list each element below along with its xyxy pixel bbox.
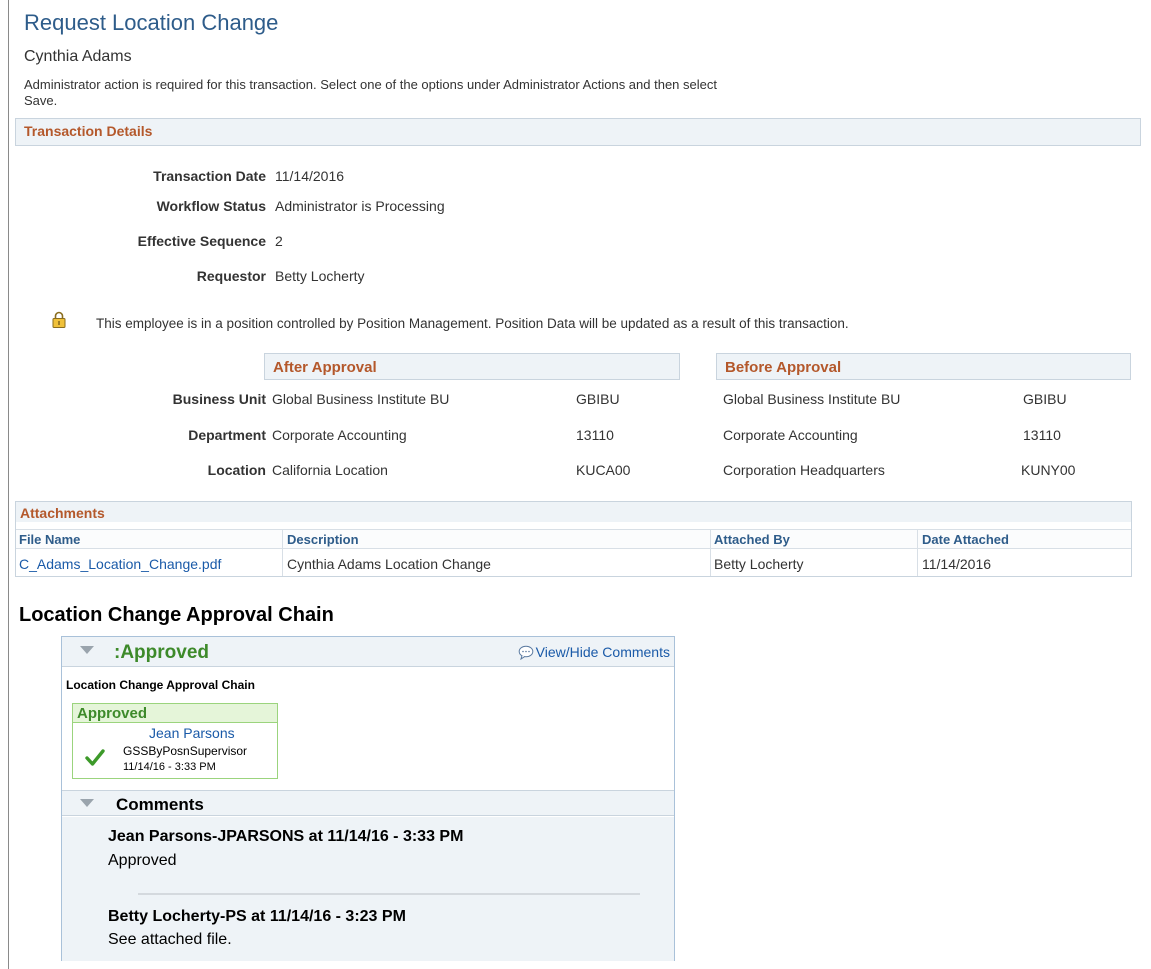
attachment-attached-by: Betty Locherty — [714, 556, 804, 572]
attachments-header: Attachments — [16, 502, 1131, 522]
comments-title: Comments — [116, 795, 204, 814]
comment-author: Jean Parsons-JPARSONS at 11/14/16 - 3:33… — [108, 828, 464, 845]
before-approval-title: Before Approval — [725, 359, 842, 376]
comments-header: Comments — [62, 790, 674, 816]
checkmark-icon — [85, 749, 105, 766]
transaction-date-label: Transaction Date — [153, 168, 266, 184]
approval-chain-panel: :Approved View/Hide Comments Location Ch… — [61, 636, 675, 961]
attachment-file-link[interactable]: C_Adams_Location_Change.pdf — [19, 556, 221, 572]
column-divider — [282, 529, 283, 576]
position-notice: This employee is in a position controlle… — [96, 316, 849, 331]
after-business-unit-code: GBIBU — [576, 391, 620, 407]
after-location-desc: California Location — [272, 462, 388, 478]
location-label: Location — [207, 462, 266, 478]
comment-text: Approved — [108, 852, 177, 869]
transaction-details-header: Transaction Details — [15, 118, 1141, 146]
approval-chain-heading: Location Change Approval Chain — [19, 604, 334, 626]
column-divider — [710, 529, 711, 576]
approval-datetime: 11/14/16 - 3:33 PM — [123, 761, 216, 773]
col-attached-by: Attached By — [714, 532, 790, 547]
view-hide-comments-label: View/Hide Comments — [535, 644, 670, 660]
approver-role: GSSByPosnSupervisor — [123, 744, 248, 758]
approval-chain-subtitle: Location Change Approval Chain — [66, 678, 255, 692]
view-hide-comments-link[interactable]: View/Hide Comments — [518, 644, 670, 661]
approver-name-link[interactable]: Jean Parsons — [149, 725, 235, 741]
transaction-date-value: 11/14/2016 — [275, 168, 345, 184]
comment-text: See attached file. — [108, 931, 232, 948]
attachments-title: Attachments — [20, 505, 105, 521]
before-location-desc: Corporation Headquarters — [723, 462, 885, 478]
effective-sequence-value: 2 — [275, 233, 283, 249]
col-file-name: File Name — [19, 532, 81, 547]
attachments-grid: Attachments File Name Description Attach… — [15, 501, 1132, 577]
department-label: Department — [188, 427, 266, 443]
before-approval-header: Before Approval — [716, 353, 1131, 380]
approval-status: :Approved — [114, 642, 209, 663]
after-department-desc: Corporate Accounting — [272, 427, 407, 443]
comments-list: Jean Parsons-JPARSONS at 11/14/16 - 3:33… — [62, 817, 674, 961]
effective-sequence-label: Effective Sequence — [137, 233, 266, 249]
before-department-code: 13110 — [1023, 427, 1061, 443]
workflow-status-value: Administrator is Processing — [275, 198, 445, 214]
attachments-column-headers: File Name Description Attached By Date A… — [16, 529, 1131, 549]
transaction-details-title: Transaction Details — [24, 123, 153, 139]
col-date-attached: Date Attached — [922, 532, 1009, 547]
collapse-triangle-icon[interactable] — [80, 799, 94, 807]
before-business-unit-code: GBIBU — [1023, 391, 1067, 407]
workflow-status-label: Workflow Status — [156, 198, 266, 214]
after-approval-title: After Approval — [273, 359, 377, 376]
employee-name: Cynthia Adams — [24, 48, 132, 65]
approval-chain-header: :Approved View/Hide Comments — [62, 637, 674, 667]
after-approval-header: After Approval — [264, 353, 680, 380]
before-department-desc: Corporate Accounting — [723, 427, 858, 443]
after-location-code: KUCA00 — [576, 462, 631, 478]
after-business-unit-desc: Global Business Institute BU — [272, 391, 450, 407]
comment-divider — [138, 893, 640, 895]
comment-bubble-icon — [518, 645, 533, 661]
requestor-value: Betty Locherty — [275, 268, 365, 284]
lock-icon — [52, 311, 66, 328]
comment-author: Betty Locherty-PS at 11/14/16 - 3:23 PM — [108, 908, 406, 925]
after-department-code: 13110 — [576, 427, 614, 443]
approval-step-card: Approved Jean Parsons GSSByPosnSuperviso… — [72, 703, 278, 779]
left-frame-border — [8, 0, 9, 969]
col-description: Description — [287, 532, 359, 547]
before-location-code: KUNY00 — [1021, 462, 1076, 478]
page-title: Request Location Change — [24, 10, 279, 35]
attachment-description: Cynthia Adams Location Change — [287, 556, 491, 572]
before-business-unit-desc: Global Business Institute BU — [723, 391, 901, 407]
instruction-text: Administrator action is required for thi… — [24, 77, 717, 108]
requestor-label: Requestor — [196, 268, 266, 284]
approval-step-header: Approved — [73, 704, 277, 723]
attachment-date: 11/14/2016 — [922, 556, 992, 572]
collapse-triangle-icon[interactable] — [80, 646, 94, 654]
approval-step-status: Approved — [77, 705, 148, 722]
business-unit-label: Business Unit — [172, 391, 266, 407]
column-divider — [917, 529, 918, 576]
